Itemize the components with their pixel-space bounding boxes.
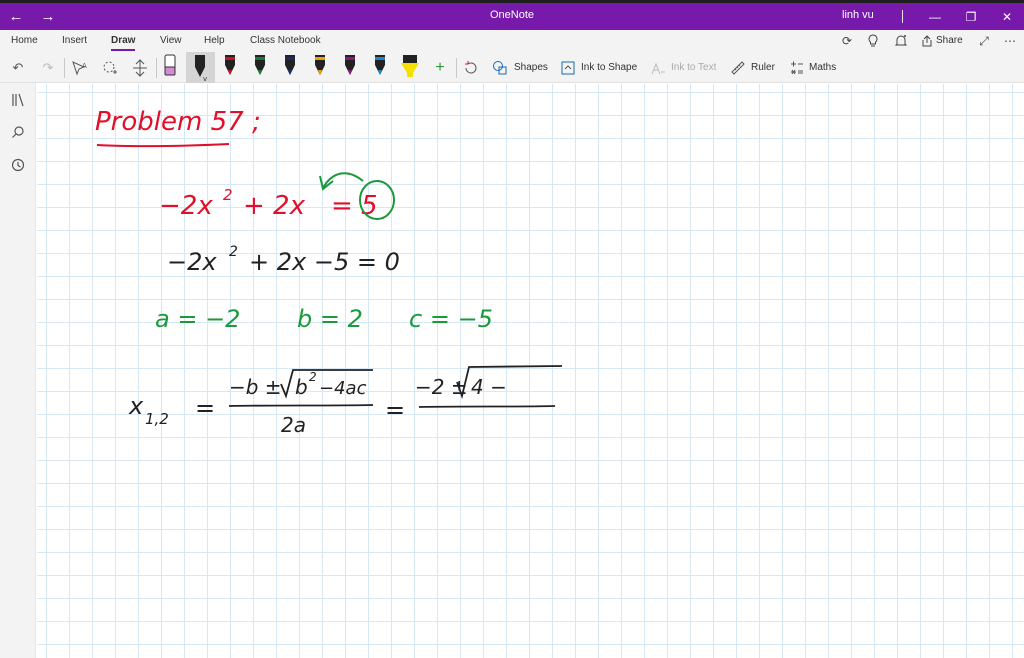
maths-label[interactable]: Maths	[809, 62, 836, 73]
ribbon-separator	[64, 58, 65, 78]
left-navigation-rail	[0, 83, 36, 658]
tab-help[interactable]: Help	[204, 35, 225, 46]
pen-black-icon[interactable]: v	[192, 53, 208, 81]
notebooks-icon[interactable]	[8, 90, 28, 110]
tab-draw[interactable]: Draw	[111, 35, 135, 46]
ink-line1-equals-5: = 5	[331, 191, 378, 221]
highlighter-yellow-icon[interactable]	[399, 53, 421, 81]
ribbon-separator	[456, 58, 457, 78]
ruler-icon[interactable]	[728, 58, 748, 78]
ink-problem-title: Problem 57 ;	[95, 107, 261, 137]
ink-line1-exponent: 2	[223, 186, 233, 204]
share-label[interactable]: Share	[936, 35, 963, 46]
ink-title-underline	[96, 143, 230, 148]
shapes-label[interactable]: Shapes	[514, 62, 548, 73]
pen-navy-icon[interactable]	[282, 53, 298, 81]
ink-equals-2: =	[385, 396, 405, 424]
lightbulb-icon[interactable]	[864, 33, 882, 49]
tab-home[interactable]: Home	[11, 35, 38, 46]
ink-coef-b: b = 2	[297, 305, 363, 333]
ink-fraction-bar-2	[418, 405, 556, 408]
ink-equals-1: =	[195, 394, 215, 422]
select-text-icon[interactable]: A	[70, 58, 90, 78]
ink-line2-rest: + 2x −5 = 0	[249, 248, 400, 276]
user-name[interactable]: linh vu	[842, 9, 874, 21]
lasso-select-icon[interactable]	[100, 58, 120, 78]
pen-purple-icon[interactable]	[342, 53, 358, 81]
window-top-border	[0, 0, 1024, 3]
maths-icon[interactable]	[787, 58, 807, 78]
svg-text:A: A	[82, 62, 87, 70]
ink-numerator-1: −b ±	[229, 375, 282, 399]
eraser-icon[interactable]	[162, 53, 178, 81]
ink-to-text-icon[interactable]	[648, 58, 668, 78]
ink-to-text-label[interactable]: Ink to Text	[671, 62, 716, 73]
ink-line1-term-b: + 2x	[243, 191, 306, 221]
shapes-icon[interactable]	[490, 58, 510, 78]
draw-ribbon: ↶ ↷ A	[0, 52, 1024, 83]
ink-line1-term-a: −2x	[159, 191, 213, 221]
share-icon[interactable]	[918, 33, 936, 49]
recent-clock-icon[interactable]	[8, 155, 28, 175]
restore-icon[interactable]: ❐	[954, 3, 988, 30]
pen-green-icon[interactable]	[252, 53, 268, 81]
add-pen-icon[interactable]: +	[430, 58, 450, 78]
note-canvas[interactable]: Problem 57 ; −2x 2 + 2x = 5 −2x 2 + 2x −…	[37, 84, 1024, 658]
ribbon-separator	[156, 58, 157, 78]
ink-coef-c: c = −5	[409, 305, 493, 333]
minimize-icon[interactable]: —	[918, 3, 952, 30]
ink-replay-icon[interactable]	[461, 58, 481, 78]
redo-icon[interactable]: ↷	[38, 58, 58, 78]
ink-to-shape-icon[interactable]	[558, 58, 578, 78]
ink-line2-exponent: 2	[229, 244, 238, 260]
ink-radicand-1-base: b	[295, 375, 308, 399]
undo-icon[interactable]: ↶	[8, 58, 28, 78]
expand-icon[interactable]: ⤢	[975, 33, 993, 49]
ink-coef-a: a = −2	[155, 305, 240, 333]
pen-yellow-orange-icon[interactable]	[312, 53, 328, 81]
ink-radicand-1-rest: −4ac	[319, 378, 367, 399]
ink-radicand-1-exp: 2	[309, 370, 317, 384]
tab-class-notebook[interactable]: Class Notebook	[250, 35, 321, 46]
pen-red-icon[interactable]	[222, 53, 238, 81]
svg-text:v: v	[203, 75, 207, 81]
ink-x-variable: x	[128, 392, 144, 420]
ruler-label[interactable]: Ruler	[751, 62, 775, 73]
tab-insert[interactable]: Insert	[62, 35, 87, 46]
ink-layer: Problem 57 ; −2x 2 + 2x = 5 −2x 2 + 2x −…	[95, 107, 563, 437]
sync-icon[interactable]: ⟳	[838, 33, 856, 49]
ink-denominator-1: 2a	[281, 413, 306, 437]
pen-blue-icon[interactable]	[372, 53, 388, 81]
more-options-icon[interactable]: ⋯	[1001, 33, 1019, 49]
active-tab-indicator	[111, 49, 135, 51]
menu-bar: Home Insert Draw View Help Class Noteboo…	[0, 30, 1024, 52]
ink-to-shape-label[interactable]: Ink to Shape	[581, 62, 637, 73]
close-icon[interactable]: ✕	[990, 3, 1024, 30]
title-bar: ← → OneNote linh vu — ❐ ✕	[0, 0, 1024, 30]
ink-fraction-bar-1	[228, 404, 374, 407]
ink-line2-term-a: −2x	[167, 248, 217, 276]
search-icon[interactable]	[8, 122, 28, 142]
title-separator	[902, 10, 903, 23]
ink-x-subscript: 1,2	[145, 410, 169, 428]
ink-radicand-2: 4 −	[471, 375, 507, 399]
notification-bell-icon[interactable]	[892, 33, 910, 49]
ink-move-arrow	[322, 172, 364, 189]
tab-view[interactable]: View	[160, 35, 182, 46]
add-space-icon[interactable]	[130, 58, 150, 78]
